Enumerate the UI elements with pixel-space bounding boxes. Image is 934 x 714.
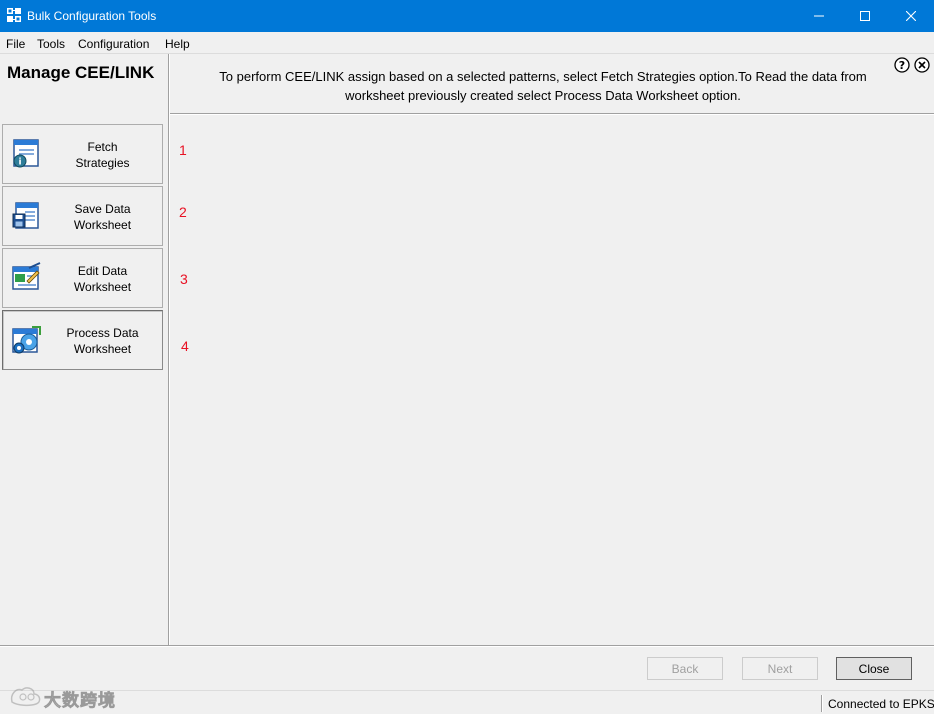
status-bar: Connected to EPKS [0, 690, 934, 714]
close-icon [906, 11, 916, 21]
connection-status: Connected to EPKS [828, 697, 934, 711]
back-button[interactable]: Back [647, 657, 723, 680]
process-data-worksheet-label: Process Data Worksheet [66, 326, 139, 356]
content-area: 1 2 3 4 [170, 115, 934, 645]
menu-file[interactable]: File [6, 37, 25, 51]
process-data-worksheet-button[interactable]: Process Data Worksheet [2, 310, 163, 370]
panel-title: Manage CEE/LINK [7, 63, 155, 82]
app-icon [7, 8, 21, 22]
save-data-worksheet-label: Save Data Worksheet [73, 202, 132, 232]
minimize-button[interactable] [796, 0, 842, 32]
menu-tools[interactable]: Tools [37, 37, 65, 51]
status-separator [821, 695, 823, 712]
fetch-strategies-label: Fetch Strategies [75, 140, 130, 170]
annotation-1: 1 [179, 142, 187, 158]
maximize-icon [860, 11, 870, 21]
save-worksheet-icon [12, 202, 39, 229]
minimize-icon [814, 15, 824, 17]
edit-data-worksheet-button[interactable]: Edit Data Worksheet [2, 248, 163, 308]
window-title: Bulk Configuration Tools [27, 9, 157, 23]
header-area: To perform CEE/LINK assign based on a se… [170, 54, 934, 113]
close-button[interactable] [888, 0, 934, 32]
next-button[interactable]: Next [742, 657, 818, 680]
annotation-3: 3 [180, 271, 188, 287]
help-icon[interactable]: ? [894, 57, 910, 73]
menu-bar: File Tools Configuration Help [0, 32, 934, 54]
menu-configuration[interactable]: Configuration [78, 37, 149, 51]
menu-help[interactable]: Help [165, 37, 190, 51]
instructions-text: To perform CEE/LINK assign based on a se… [219, 69, 867, 103]
left-panel: Manage CEE/LINK i Fetch Strategies Save [0, 54, 168, 645]
close-panel-icon[interactable] [914, 57, 930, 73]
edit-data-worksheet-label: Edit Data Worksheet [73, 264, 132, 294]
save-data-worksheet-button[interactable]: Save Data Worksheet [2, 186, 163, 246]
svg-text:?: ? [899, 59, 905, 72]
fetch-strategies-button[interactable]: i Fetch Strategies [2, 124, 163, 184]
process-worksheet-icon [12, 326, 41, 354]
watermark-text: 大数跨境 [44, 691, 116, 711]
svg-text:i: i [18, 158, 21, 168]
annotation-4: 4 [181, 338, 189, 354]
edit-worksheet-icon [12, 262, 41, 290]
maximize-button[interactable] [842, 0, 888, 32]
footer-divider [0, 645, 934, 647]
annotation-2: 2 [179, 204, 187, 220]
fetch-strategies-icon: i [13, 139, 39, 168]
title-bar: Bulk Configuration Tools [0, 0, 934, 32]
close-dialog-button[interactable]: Close [836, 657, 912, 680]
